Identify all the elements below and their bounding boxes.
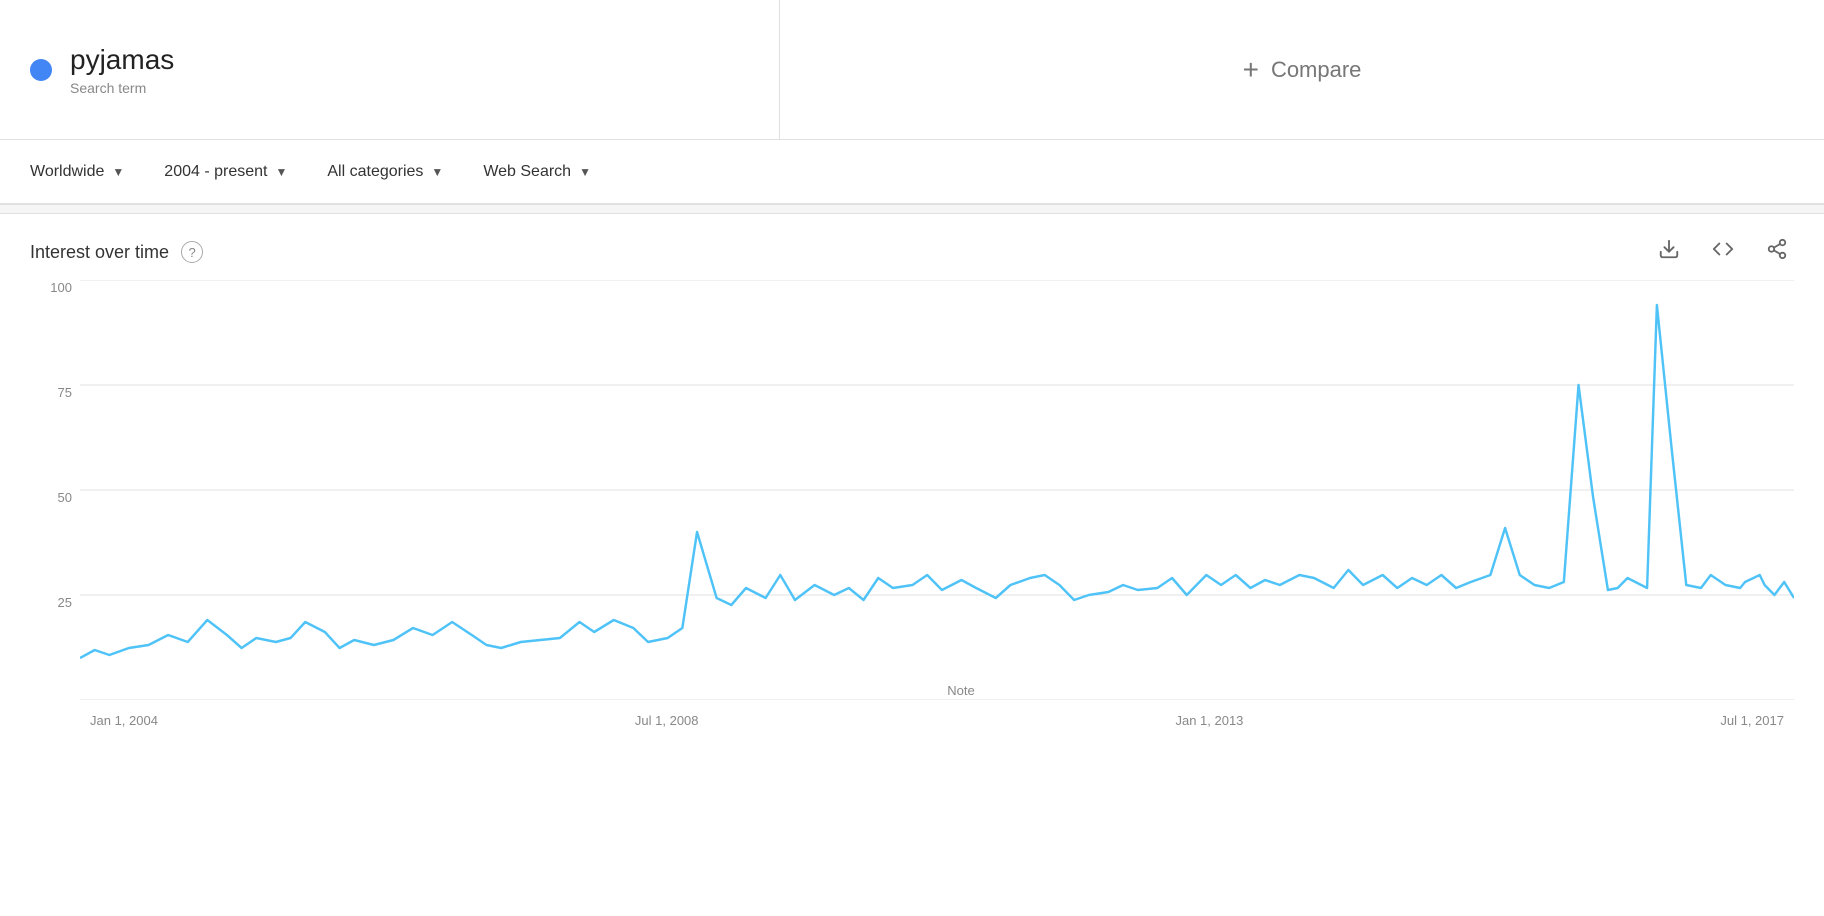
period-label: 2004 - present [164,163,267,181]
section-divider [0,204,1824,214]
download-icon [1658,238,1680,260]
category-chevron-icon: ▼ [431,165,443,179]
help-icon[interactable]: ? [181,241,203,263]
y-label-25: 25 [58,595,72,610]
embed-button[interactable] [1706,234,1740,270]
category-filter[interactable]: All categories ▼ [327,163,443,181]
embed-icon [1712,238,1734,260]
header: pyjamas Search term + Compare [0,0,1824,140]
period-chevron-icon: ▼ [275,165,287,179]
category-label: All categories [327,163,423,181]
chart-note: Note [947,683,974,698]
x-label-2004: Jan 1, 2004 [90,713,158,728]
chart-header: Interest over time ? [30,234,1794,270]
type-label: Web Search [483,163,571,181]
term-name: pyjamas [70,43,174,77]
compare-area[interactable]: + Compare [780,54,1824,86]
chart-section: Interest over time ? [0,214,1824,750]
region-filter[interactable]: Worldwide ▼ [30,163,124,181]
period-filter[interactable]: 2004 - present ▼ [164,163,287,181]
filters-bar: Worldwide ▼ 2004 - present ▼ All categor… [0,140,1824,204]
type-chevron-icon: ▼ [579,165,591,179]
chart-actions [1652,234,1794,270]
x-label-2013: Jan 1, 2013 [1175,713,1243,728]
term-text-group: pyjamas Search term [70,43,174,97]
share-icon [1766,238,1788,260]
x-label-2008: Jul 1, 2008 [635,713,699,728]
share-button[interactable] [1760,234,1794,270]
term-label: Search term [70,80,174,96]
compare-plus-icon: + [1243,54,1259,86]
y-label-100: 100 [50,280,72,295]
search-term-area: pyjamas Search term [0,0,780,139]
x-label-2017: Jul 1, 2017 [1720,713,1784,728]
type-filter[interactable]: Web Search ▼ [483,163,591,181]
download-button[interactable] [1652,234,1686,270]
compare-label: Compare [1271,57,1361,83]
trend-line-chart [80,280,1794,700]
y-label-50: 50 [58,490,72,505]
y-label-75: 75 [58,385,72,400]
term-color-dot [30,59,52,81]
chart-title: Interest over time [30,242,169,263]
chart-plot-area [80,280,1794,700]
compare-button[interactable]: + Compare [1243,54,1362,86]
chart-container: 100 75 50 25 Note Jan 1, 2004 [30,280,1794,740]
region-chevron-icon: ▼ [112,165,124,179]
y-axis: 100 75 50 25 [30,280,80,700]
region-label: Worldwide [30,163,104,181]
chart-title-group: Interest over time ? [30,241,203,263]
x-axis: Jan 1, 2004 Jul 1, 2008 Jan 1, 2013 Jul … [80,700,1794,740]
trend-polyline [80,305,1794,658]
